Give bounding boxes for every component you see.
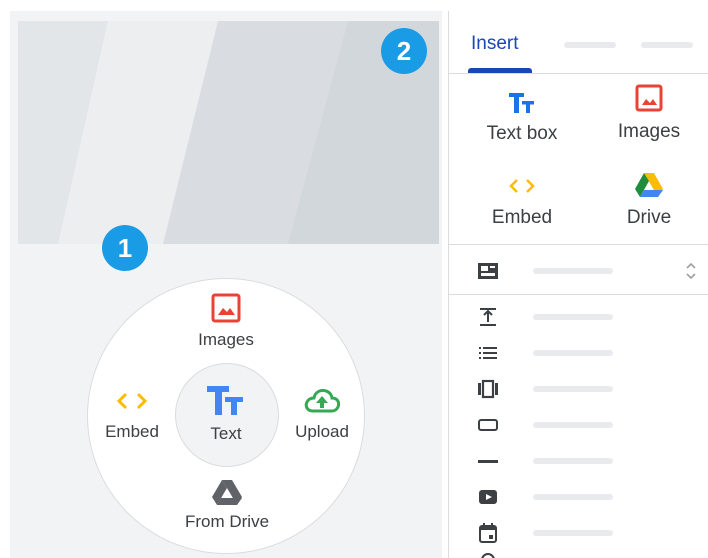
drive-icon — [635, 173, 663, 197]
row-label-placeholder — [533, 530, 613, 536]
header-banner[interactable] — [18, 21, 439, 244]
insert-embed-label: Embed — [491, 207, 553, 228]
text-box-icon — [207, 386, 243, 415]
divider — [449, 244, 708, 245]
button-icon — [478, 419, 498, 431]
step-badge-2: 2 — [381, 28, 427, 74]
insert-images-button[interactable]: Images — [589, 83, 708, 143]
radial-text-label: Text — [210, 424, 242, 443]
youtube-icon — [479, 490, 497, 504]
insert-panel: Insert Text box Images Embed Drive — [448, 11, 708, 558]
radial-drive-button[interactable]: From Drive — [172, 478, 282, 532]
radial-embed-button[interactable]: Embed — [96, 386, 168, 442]
layout-icon — [478, 263, 498, 279]
youtube-row[interactable] — [449, 481, 708, 511]
row-label-placeholder — [533, 314, 613, 320]
divider — [449, 294, 708, 295]
tab-insert-underline — [468, 68, 532, 73]
row-label-placeholder — [533, 458, 613, 464]
divider-icon — [478, 460, 498, 463]
image-icon — [635, 84, 663, 112]
layouts-row[interactable] — [449, 255, 708, 285]
expand-collapse-icon[interactable] — [684, 259, 698, 283]
map-row[interactable] — [449, 546, 708, 558]
embed-icon — [116, 392, 148, 410]
collapsible-text-icon — [480, 308, 496, 326]
radial-embed-label: Embed — [105, 422, 159, 441]
row-label-placeholder — [533, 350, 613, 356]
tab-placeholder[interactable] — [564, 42, 616, 48]
carousel-row[interactable] — [449, 373, 708, 403]
panel-tab-bar: Insert — [449, 11, 708, 74]
insert-images-label: Images — [617, 121, 681, 142]
insert-drive-label: Drive — [626, 207, 672, 228]
collapsible-text-row[interactable] — [449, 301, 708, 331]
divider-row[interactable] — [449, 445, 708, 475]
radial-drive-label: From Drive — [184, 512, 270, 531]
list-icon — [479, 347, 497, 359]
carousel-icon — [478, 379, 498, 399]
radial-upload-button[interactable]: Upload — [286, 386, 358, 442]
image-icon — [211, 293, 241, 323]
radial-text-button[interactable]: Text — [190, 382, 262, 444]
row-label-placeholder — [533, 422, 613, 428]
tab-insert[interactable]: Insert — [471, 33, 519, 55]
row-label-placeholder — [533, 386, 613, 392]
banner-pattern — [18, 21, 439, 244]
radial-images-label: Images — [198, 330, 254, 349]
step-badge-1: 1 — [102, 225, 148, 271]
radial-upload-label: Upload — [295, 422, 349, 441]
tab-placeholder[interactable] — [641, 42, 693, 48]
insert-text-box-label: Text box — [486, 123, 558, 144]
calendar-row[interactable] — [449, 517, 708, 547]
insert-embed-button[interactable]: Embed — [462, 173, 582, 229]
calendar-icon — [479, 523, 497, 543]
embed-icon — [509, 179, 535, 193]
map-icon — [481, 553, 495, 558]
insert-text-box-button[interactable]: Text box — [462, 91, 582, 145]
button-row[interactable] — [449, 409, 708, 439]
text-box-icon — [509, 93, 534, 113]
upload-cloud-icon — [304, 388, 341, 413]
row-label-placeholder — [533, 494, 613, 500]
drive-icon — [212, 480, 242, 505]
list-row[interactable] — [449, 337, 708, 367]
layouts-label-placeholder — [533, 268, 613, 274]
radial-images-button[interactable]: Images — [186, 292, 266, 350]
insert-drive-button[interactable]: Drive — [589, 171, 708, 229]
